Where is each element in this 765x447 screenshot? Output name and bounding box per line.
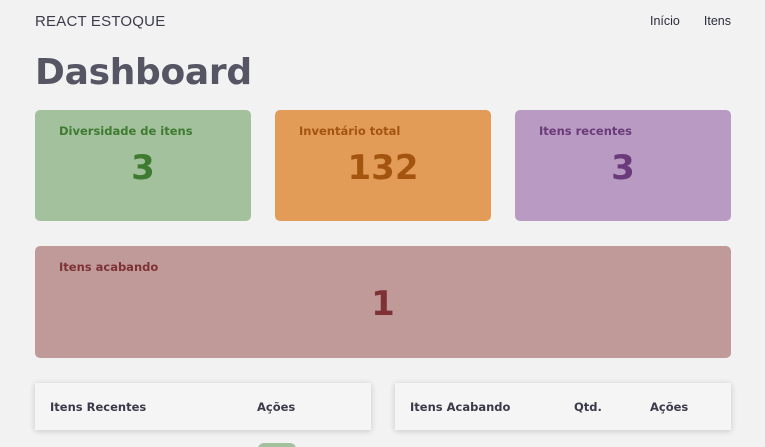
page-title: Dashboard xyxy=(35,52,252,93)
nav-link-inicio[interactable]: Início xyxy=(650,14,680,28)
stat-card-diversity: Diversidade de itens 3 xyxy=(35,110,251,221)
action-button-peek[interactable] xyxy=(258,443,296,447)
stat-label-inventory: Inventário total xyxy=(299,124,401,138)
stat-value-diversity: 3 xyxy=(131,148,155,188)
stat-value-ending: 1 xyxy=(371,284,395,324)
stat-label-recent: Itens recentes xyxy=(539,124,633,138)
ending-items-table: Itens Acabando Qtd. Ações xyxy=(395,383,731,430)
stat-value-inventory: 132 xyxy=(347,148,419,188)
stat-card-recent: Itens recentes 3 xyxy=(515,110,731,221)
nav-link-itens[interactable]: Itens xyxy=(704,14,731,28)
stat-card-inventory: Inventário total 132 xyxy=(275,110,491,221)
stat-card-ending: Itens acabando 1 xyxy=(35,246,731,358)
nav-links: Início Itens xyxy=(650,14,731,28)
table-header-ending-items: Itens Acabando xyxy=(410,400,511,414)
top-navbar: REACT ESTOQUE Início Itens xyxy=(35,11,731,31)
table-header-recent-items: Itens Recentes xyxy=(50,400,147,414)
recent-items-table: Itens Recentes Ações xyxy=(35,383,371,430)
stat-value-recent: 3 xyxy=(611,148,635,188)
table-header-actions: Ações xyxy=(650,400,689,414)
stat-label-diversity: Diversidade de itens xyxy=(59,124,193,138)
stat-label-ending: Itens acabando xyxy=(59,260,159,274)
table-header-quantity: Qtd. xyxy=(574,400,602,414)
brand-logo-text[interactable]: REACT ESTOQUE xyxy=(35,13,165,30)
table-header-actions: Ações xyxy=(257,400,296,414)
